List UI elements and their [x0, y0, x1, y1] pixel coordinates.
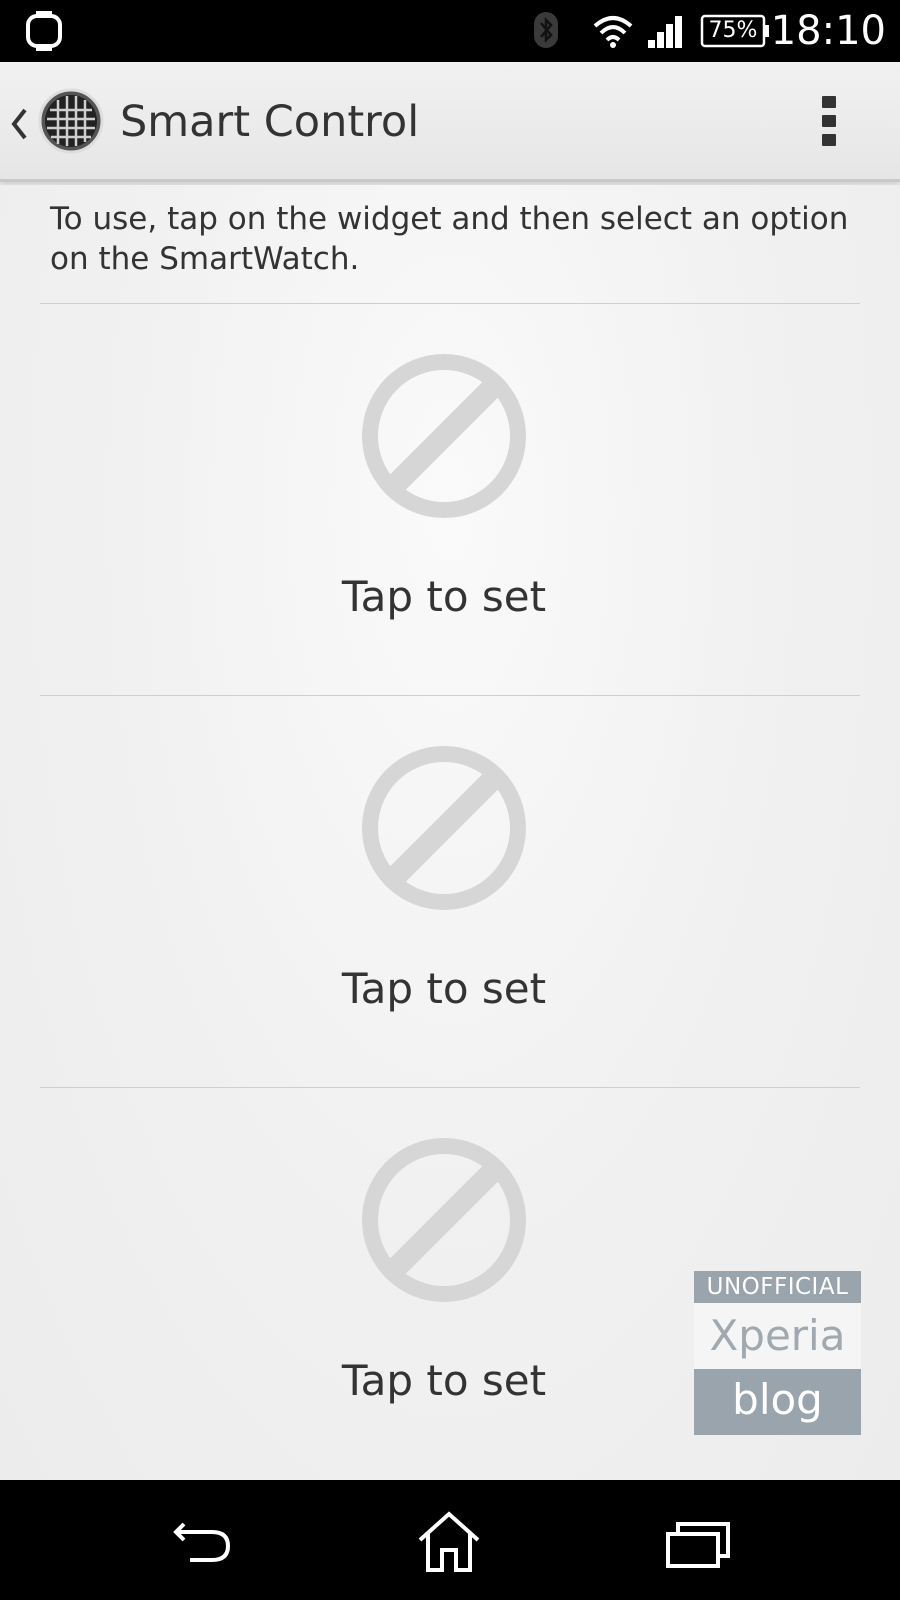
widget-slot-1[interactable]: Tap to set	[40, 304, 860, 696]
watermark-line1: UNOFFICIAL	[694, 1271, 861, 1303]
overflow-menu-icon[interactable]	[814, 92, 844, 152]
watermark-logo: UNOFFICIAL Xperia blog	[694, 1271, 861, 1438]
widget-slot-2[interactable]: Tap to set	[40, 696, 860, 1088]
not-set-icon	[362, 1138, 526, 1302]
recents-icon[interactable]	[664, 1510, 734, 1574]
battery-level: 75%	[708, 18, 758, 43]
overflow-dot	[822, 96, 836, 108]
instructions-text: To use, tap on the widget and then selec…	[50, 201, 849, 277]
overflow-dot	[822, 134, 836, 146]
not-set-icon	[362, 746, 526, 910]
watermark-line2: Xperia	[694, 1303, 861, 1369]
slot-label: Tap to set	[341, 964, 547, 1013]
status-bar: 75% 18:10	[0, 0, 900, 62]
page-title: Smart Control	[120, 97, 420, 147]
status-clock: 18:10	[770, 8, 886, 54]
action-bar: Smart Control	[0, 62, 900, 182]
navigation-bar	[0, 1480, 900, 1600]
wifi-icon	[593, 16, 633, 48]
back-chevron-icon[interactable]	[8, 104, 30, 144]
home-icon[interactable]	[414, 1510, 484, 1574]
slot-label: Tap to set	[341, 572, 547, 621]
back-icon[interactable]	[168, 1510, 238, 1574]
smartwatch-icon	[26, 11, 62, 51]
bluetooth-icon	[534, 12, 558, 48]
signal-icon	[648, 16, 682, 48]
watermark-line3: blog	[694, 1369, 861, 1435]
app-grid-icon[interactable]	[38, 88, 104, 154]
overflow-dot	[822, 115, 836, 127]
not-set-icon	[362, 354, 526, 518]
